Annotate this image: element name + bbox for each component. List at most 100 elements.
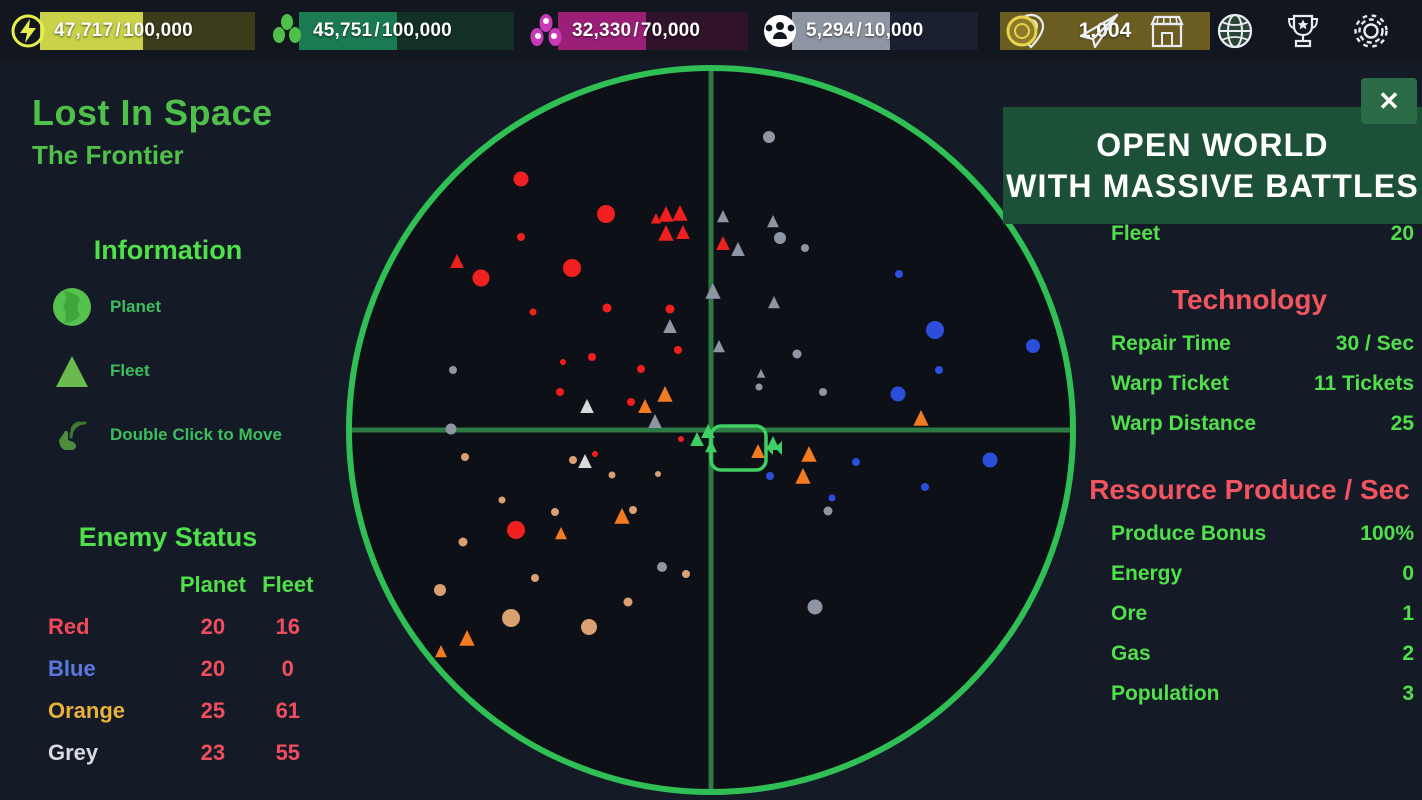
repair-time-value: 30 / Sec: [1336, 332, 1414, 356]
grey-planet-count: 23: [176, 733, 249, 773]
map-planet[interactable]: [597, 205, 615, 223]
map-planet[interactable]: [766, 472, 774, 480]
map-planet[interactable]: [569, 456, 577, 464]
map-planet[interactable]: [629, 506, 637, 514]
shop-icon[interactable]: [1144, 8, 1190, 54]
stat-row-gas-produce: Gas 2: [1077, 642, 1422, 666]
map-planet[interactable]: [592, 451, 598, 457]
map-planet[interactable]: [551, 508, 559, 516]
map-planet[interactable]: [556, 388, 564, 396]
ore-produce-label: Ore: [1111, 602, 1147, 626]
resource-population[interactable]: 5,294/10,000: [762, 12, 978, 50]
stat-row-population-produce: Population 3: [1077, 682, 1422, 706]
blue-planet-count: 20: [176, 649, 249, 689]
population-people-icon: [762, 13, 798, 49]
map-planet[interactable]: [581, 619, 597, 635]
gas-value: 32,330/70,000: [572, 20, 700, 42]
galaxy-map[interactable]: [345, 62, 1077, 800]
map-planet[interactable]: [983, 453, 998, 468]
planet-circle-icon: [48, 284, 96, 330]
left-info-panel: Lost In Space The Frontier Information P…: [0, 70, 345, 800]
map-planet[interactable]: [461, 453, 469, 461]
stat-row-fleet: Fleet 20: [1077, 222, 1422, 246]
population-value: 5,294/10,000: [806, 20, 923, 42]
stat-row-warp-distance: Warp Distance 25: [1077, 412, 1422, 436]
map-planet[interactable]: [921, 483, 929, 491]
map-planet[interactable]: [499, 497, 506, 504]
map-planet[interactable]: [507, 521, 525, 539]
gas-produce-label: Gas: [1111, 642, 1151, 666]
map-planet[interactable]: [449, 366, 457, 374]
trophy-icon[interactable]: [1280, 8, 1326, 54]
resource-ore[interactable]: 45,751/100,000: [269, 12, 514, 50]
population-produce-label: Population: [1111, 682, 1220, 706]
map-planet[interactable]: [517, 233, 525, 241]
map-planet[interactable]: [801, 244, 809, 252]
map-planet[interactable]: [563, 259, 581, 277]
map-planet[interactable]: [609, 472, 616, 479]
resource-produce-heading: Resource Produce / Sec: [1077, 474, 1422, 506]
map-planet[interactable]: [829, 495, 836, 502]
map-planet[interactable]: [434, 584, 446, 596]
resource-energy[interactable]: 47,717/100,000: [10, 12, 255, 50]
map-planet[interactable]: [514, 172, 529, 187]
close-icon: ✕: [1378, 88, 1400, 114]
ad-close-button[interactable]: ✕: [1361, 78, 1417, 124]
map-planet[interactable]: [624, 598, 633, 607]
map-planet[interactable]: [682, 570, 690, 578]
population-produce-value: 3: [1402, 682, 1414, 706]
map-canvas[interactable]: [345, 62, 1077, 800]
map-planet[interactable]: [531, 574, 539, 582]
stat-row-energy-produce: Energy 0: [1077, 562, 1422, 586]
warp-distance-value: 25: [1391, 412, 1414, 436]
map-planet[interactable]: [819, 388, 827, 396]
map-planet[interactable]: [808, 600, 823, 615]
ad-line-1: OPEN WORLD: [1096, 127, 1328, 164]
map-planet[interactable]: [1026, 339, 1040, 353]
resource-gas[interactable]: 32,330/70,000: [528, 12, 748, 50]
map-planet[interactable]: [666, 305, 675, 314]
gas-produce-value: 2: [1402, 642, 1414, 666]
blue-fleet-count: 0: [252, 649, 324, 689]
map-planet[interactable]: [774, 232, 786, 244]
map-planet[interactable]: [756, 384, 763, 391]
map-planet[interactable]: [627, 398, 635, 406]
map-planet[interactable]: [935, 366, 943, 374]
map-planet[interactable]: [637, 365, 645, 373]
globe-icon[interactable]: [1212, 8, 1258, 54]
faction-name-red: Red: [48, 607, 174, 647]
map-planet[interactable]: [678, 436, 684, 442]
map-planet[interactable]: [530, 309, 537, 316]
map-planet[interactable]: [852, 458, 860, 466]
red-planet-count: 20: [176, 607, 249, 647]
repair-time-label: Repair Time: [1111, 332, 1231, 356]
map-planet[interactable]: [502, 609, 520, 627]
map-planet[interactable]: [926, 321, 944, 339]
paper-plane-icon[interactable]: [1076, 8, 1122, 54]
map-planet[interactable]: [655, 471, 661, 477]
map-planet[interactable]: [793, 350, 802, 359]
map-planet[interactable]: [473, 270, 490, 287]
legend-label-planet: Planet: [110, 297, 161, 317]
map-planet[interactable]: [657, 562, 667, 572]
legend-item-fleet: Fleet: [48, 348, 345, 394]
fleet-triangle-icon: [48, 348, 96, 394]
map-planet[interactable]: [763, 131, 775, 143]
map-planet[interactable]: [603, 304, 612, 313]
stat-row-repair-time: Repair Time 30 / Sec: [1077, 332, 1422, 356]
gear-icon[interactable]: [1348, 8, 1394, 54]
orange-planet-count: 25: [176, 691, 249, 731]
enemy-status-heading: Enemy Status: [18, 522, 318, 553]
map-planet[interactable]: [895, 270, 903, 278]
map-planet[interactable]: [824, 507, 833, 516]
map-planet[interactable]: [560, 359, 566, 365]
ad-banner[interactable]: OPEN WORLD WITH MASSIVE BATTLES: [1003, 107, 1422, 224]
map-planet[interactable]: [891, 387, 906, 402]
map-planet[interactable]: [588, 353, 596, 361]
column-header-planet: Planet: [176, 565, 249, 605]
map-planet[interactable]: [674, 346, 682, 354]
map-planet[interactable]: [459, 538, 468, 547]
gas-bar: 32,330/70,000: [558, 12, 748, 50]
map-planet[interactable]: [446, 424, 457, 435]
technology-heading: Technology: [1077, 284, 1422, 316]
